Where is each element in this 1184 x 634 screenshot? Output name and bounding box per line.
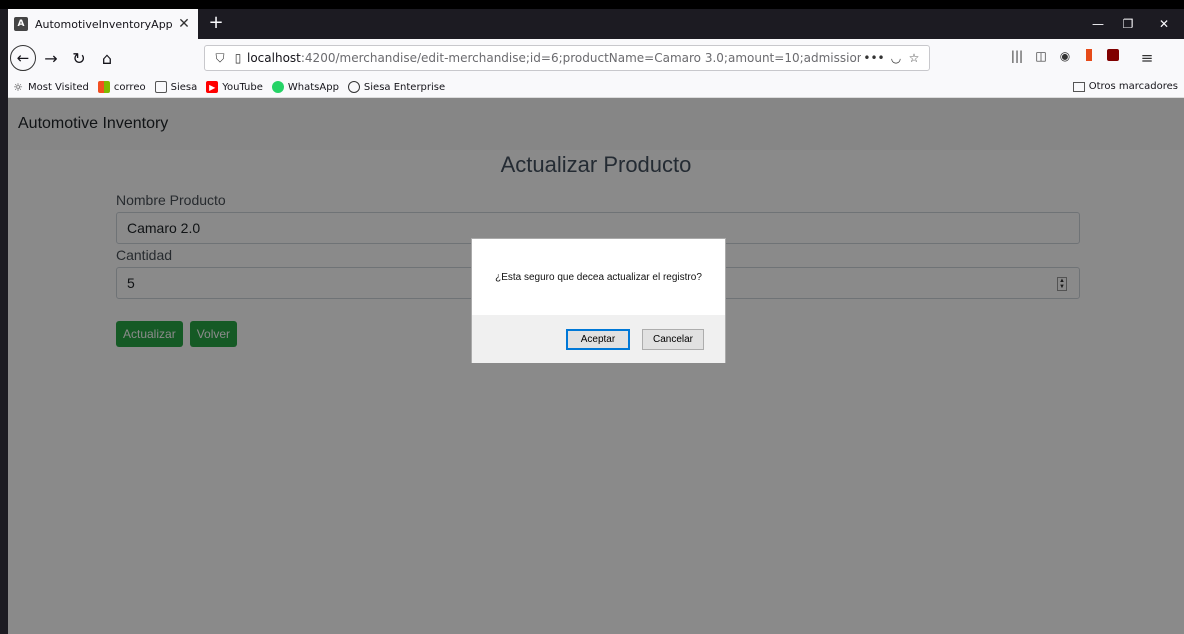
library-icon[interactable]: ||| xyxy=(1008,49,1026,67)
folder-icon xyxy=(154,81,167,93)
url-host: localhost xyxy=(247,51,301,65)
microsoft-icon xyxy=(97,81,110,93)
ublock-icon[interactable] xyxy=(1104,49,1122,67)
bookmark-most-visited[interactable]: ☼ Most Visited xyxy=(12,80,89,94)
restore-icon[interactable]: ❐ xyxy=(1108,9,1148,39)
sidebar-icon[interactable]: ◫ xyxy=(1032,49,1050,67)
page-actions-icon[interactable]: ••• xyxy=(861,51,887,65)
youtube-icon: ▶ xyxy=(206,81,219,93)
extension-icon[interactable] xyxy=(1080,49,1098,67)
bookmark-star-icon[interactable]: ☆ xyxy=(905,51,923,65)
pocket-icon[interactable]: ◡ xyxy=(887,51,905,65)
bookmark-correo[interactable]: correo xyxy=(97,81,146,93)
folder-icon xyxy=(1072,81,1085,92)
bookmark-whatsapp[interactable]: WhatsApp xyxy=(271,81,339,93)
cancel-button[interactable]: Cancelar xyxy=(641,328,704,350)
dialog-message: ¿Esta seguro que decea actualizar el reg… xyxy=(495,271,702,283)
navigation-toolbar: ← → ↻ ⌂ ⛉ ▯ localhost :4200/merchandise/… xyxy=(8,39,1184,77)
account-icon[interactable]: ◉ xyxy=(1056,49,1074,67)
screen-top-edge xyxy=(0,0,1184,9)
forward-button[interactable]: → xyxy=(38,45,64,71)
accept-button[interactable]: Aceptar xyxy=(565,328,630,350)
url-bar[interactable]: ⛉ ▯ localhost :4200/merchandise/edit-mer… xyxy=(204,45,930,71)
window-close-icon[interactable]: ✕ xyxy=(1144,9,1184,39)
tab-close-icon[interactable]: ✕ xyxy=(176,16,192,32)
tab-strip: A AutomotiveInventoryApp ✕ + — ❐ ✕ xyxy=(8,9,1184,39)
bookmark-youtube[interactable]: ▶ YouTube xyxy=(206,81,263,93)
globe-icon xyxy=(347,81,360,93)
gear-icon: ☼ xyxy=(13,80,23,94)
new-tab-button[interactable]: + xyxy=(206,13,226,33)
bookmark-siesa-enterprise[interactable]: Siesa Enterprise xyxy=(347,81,445,93)
forward-arrow-icon: → xyxy=(44,48,58,68)
bookmark-siesa[interactable]: Siesa xyxy=(154,81,197,93)
menu-icon[interactable]: ≡ xyxy=(1138,49,1156,67)
home-icon: ⌂ xyxy=(101,48,113,68)
angular-favicon-icon: A xyxy=(14,17,28,31)
shield-icon[interactable]: ⛉ xyxy=(211,51,229,66)
reload-icon: ↻ xyxy=(72,48,86,68)
bookmark-other[interactable]: Otros marcadores xyxy=(1072,81,1178,92)
browser-tab[interactable]: A AutomotiveInventoryApp ✕ xyxy=(8,9,198,39)
back-arrow-icon: ← xyxy=(10,45,36,71)
whatsapp-icon xyxy=(271,81,284,93)
tab-title: AutomotiveInventoryApp xyxy=(35,17,173,31)
home-button[interactable]: ⌂ xyxy=(94,45,120,71)
back-button[interactable]: ← xyxy=(10,45,36,71)
modal-overlay xyxy=(8,98,1184,634)
page-icon[interactable]: ▯ xyxy=(229,51,247,65)
reload-button[interactable]: ↻ xyxy=(66,45,92,71)
bookmarks-bar: ☼ Most Visited correo Siesa ▶ YouTube What… xyxy=(8,77,1184,98)
confirm-dialog: ¿Esta seguro que decea actualizar el reg… xyxy=(471,238,726,363)
dialog-footer: Aceptar Cancelar xyxy=(472,315,725,363)
url-path: :4200/merchandise/edit-merchandise;id=6;… xyxy=(300,51,861,65)
